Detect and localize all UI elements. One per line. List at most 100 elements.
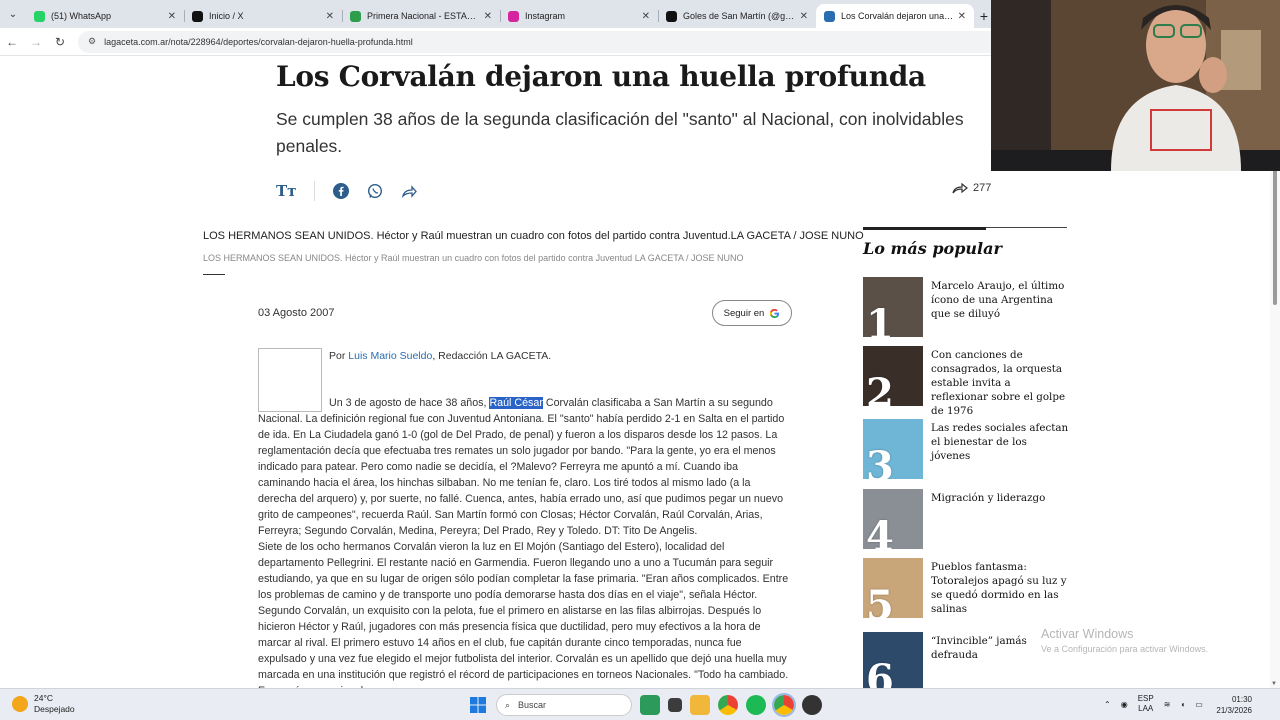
text-size-button[interactable]: Tт [276,182,296,200]
article-image-caption: LOS HERMANOS SEAN UNIDOS. Héctor y Raúl … [203,253,744,263]
task-view-icon[interactable] [668,698,682,712]
sun-icon [12,696,28,712]
reload-button[interactable]: ↻ [48,35,72,49]
system-tray: ⌃ ◉ ESP LAA ≋ ◖ ▭ [1104,694,1203,714]
back-button[interactable]: ← [0,35,24,49]
popular-headline[interactable]: Con canciones de consagrados, la orquest… [931,348,1069,418]
tab-close-icon[interactable]: ✕ [800,11,808,22]
popular-item[interactable]: 4 Migración y liderazgo [863,489,1073,551]
whatsapp-icon[interactable] [367,183,383,199]
article-subhead: Se cumplen 38 años de la segunda clasifi… [276,109,964,156]
popular-thumbnail[interactable]: 4 [863,489,923,549]
browser-tab[interactable]: Primera Nacional - ESTADÍSTIC ✕ [342,4,500,28]
wifi-icon[interactable]: ≋ [1164,700,1171,709]
popular-item[interactable]: 1 Marcelo Araujo, el último ícono de una … [863,277,1073,339]
article-paragraph-2: Siete de los ocho hermanos Corvalán vier… [258,541,789,688]
byline-suffix: , Redacción LA GACETA. [432,350,552,362]
popular-item[interactable]: 5 Pueblos fantasma: Totoralejos apagó su … [863,558,1073,620]
tab-search-button[interactable]: ⌄ [0,0,26,28]
spotify-icon[interactable] [746,695,766,715]
popular-rank: 3 [866,443,894,480]
activation-title: Activar Windows [1041,627,1134,641]
activation-hint: Ve a Configuración para activar Windows. [1041,644,1209,654]
url-text: lagaceta.com.ar/nota/228964/deportes/cor… [104,36,413,47]
forward-button[interactable]: → [24,35,48,49]
browser-tab[interactable]: Inicio / X ✕ [184,4,342,28]
article-image-alt: LOS HERMANOS SEAN UNIDOS. Héctor y Raúl … [203,230,864,242]
volume-icon[interactable]: ◖ [1180,700,1185,709]
tab-favicon-icon [192,10,203,22]
article-headline: Los Corvalán dejaron una huella profunda [276,60,926,93]
tab-favicon-icon [350,10,361,22]
chrome-active-icon[interactable] [772,693,796,717]
windows-start-icon[interactable] [468,695,488,715]
file-explorer-icon[interactable] [690,695,710,715]
popular-thumbnail[interactable]: 1 [863,277,923,337]
popular-rank: 6 [866,656,894,689]
article-date: 03 Agosto 2007 [258,307,335,319]
lang-line-2: LAA [1138,704,1154,713]
tab-title: Goles de San Martín (@goles.de [683,11,796,21]
chevron-up-icon[interactable]: ⌃ [1104,700,1111,709]
battery-icon[interactable]: ▭ [1195,700,1203,709]
tab-title: Inicio / X [209,11,244,21]
webcam-person-image [991,0,1280,171]
follow-label: Seguir en [723,307,765,319]
popular-thumbnail[interactable]: 3 [863,419,923,479]
share-arrow-icon [952,182,968,194]
windows-activation-watermark: Activar Windows Ve a Configuración para … [1041,627,1208,654]
scroll-down-arrow-icon[interactable]: ▼ [1271,681,1277,687]
browser-tab[interactable]: (51) WhatsApp ✕ [26,4,184,28]
share-counter[interactable]: 277 [952,182,991,194]
tray-app-icon[interactable]: ◉ [1121,700,1128,709]
follow-google-button[interactable]: Seguir en [712,300,792,326]
url-input[interactable]: ⚙ lagaceta.com.ar/nota/228964/deportes/c… [78,30,1058,53]
share-icon[interactable] [401,183,418,199]
tab-title: Instagram [525,11,566,21]
popular-rank: 5 [866,582,894,619]
tab-close-icon[interactable]: ✕ [484,11,492,22]
popular-headline[interactable]: Las redes sociales afectan el bienestar … [931,421,1069,463]
selected-text: Raúl César [489,397,543,409]
tab-title: (51) WhatsApp [51,11,112,21]
search-placeholder: Buscar [518,700,547,710]
popular-headline[interactable]: Pueblos fantasma: Totoralejos apagó su l… [931,560,1069,616]
lang-line-1: ESP [1137,694,1154,703]
popular-thumbnail[interactable]: 6 [863,632,923,688]
tab-favicon-icon [508,10,519,22]
para1-rest: Corvalán clasificaba a San Martín a su s… [258,397,785,537]
popular-title: Lo más popular [863,239,1002,258]
popular-item[interactable]: 3 Las redes sociales afectan el bienestar… [863,419,1073,481]
tab-title: Los Corvalán dejaron una hue [841,11,954,21]
weather-widget[interactable]: 24°C Despejado [12,693,75,715]
obs-icon[interactable] [802,695,822,715]
popular-headline[interactable]: Migración y liderazgo [931,491,1069,505]
browser-tab[interactable]: Goles de San Martín (@goles.de ✕ [658,4,816,28]
browser-tab[interactable]: Los Corvalán dejaron una hue ✕ [816,4,974,28]
tab-close-icon[interactable]: ✕ [958,11,966,22]
tab-close-icon[interactable]: ✕ [168,11,176,22]
widgets-icon[interactable] [640,695,660,715]
google-icon [770,308,780,318]
tab-close-icon[interactable]: ✕ [642,11,650,22]
popular-headline[interactable]: Marcelo Araujo, el último ícono de una A… [931,279,1069,321]
webcam-overlay [991,0,1280,171]
weather-condition: Despejado [34,704,75,714]
browser-tab[interactable]: Instagram ✕ [500,4,658,28]
site-info-icon[interactable]: ⚙ [88,36,96,47]
popular-thumbnail[interactable]: 5 [863,558,923,618]
tab-close-icon[interactable]: ✕ [326,11,334,22]
taskbar-search-input[interactable]: ⌕ Buscar [496,694,632,716]
popular-item[interactable]: 2 Con canciones de consagrados, la orques… [863,346,1073,417]
language-indicator[interactable]: ESP LAA [1138,694,1154,714]
search-icon: ⌕ [505,699,511,710]
sidebar-rule-accent [863,227,986,230]
taskbar-clock[interactable]: 01:30 21/3/2026 [1212,694,1252,716]
popular-thumbnail[interactable]: 2 [863,346,923,406]
facebook-icon[interactable] [333,183,350,199]
chrome-icon[interactable] [718,695,738,715]
author-link[interactable]: Luis Mario Sueldo [348,350,432,362]
share-toolbar: Tт [276,181,418,201]
article-paragraph-1: Un 3 de agosto de hace 38 años, Raúl Cés… [258,395,792,539]
para1-start: Un 3 de agosto de hace 38 años, [329,397,490,409]
